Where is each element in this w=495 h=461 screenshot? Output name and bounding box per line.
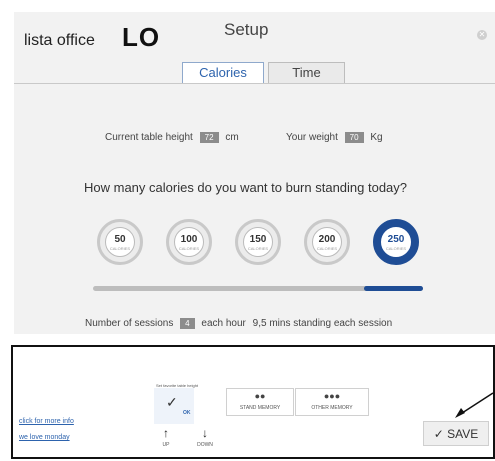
- ok-label: OK: [183, 410, 191, 416]
- stand-memory-dots: ●●: [254, 391, 266, 401]
- up-label: UP: [162, 442, 170, 448]
- save-label: SAVE: [447, 427, 479, 441]
- brand-name: lista office: [24, 32, 95, 49]
- calorie-option-250[interactable]: 250 CALORIES: [373, 219, 419, 265]
- other-memory-button[interactable]: ●●● OTHER MEMORY: [295, 388, 369, 416]
- weight-row: Your weight 70 Kg: [286, 132, 383, 143]
- arrow-down-icon: ↓: [202, 426, 208, 440]
- calorie-unit: CALORIES: [385, 246, 407, 251]
- table-height-value[interactable]: 72: [199, 132, 219, 143]
- check-icon: ✓: [166, 394, 178, 410]
- more-info-link[interactable]: click for more info: [19, 418, 74, 425]
- table-height-unit: cm: [225, 132, 239, 143]
- calorie-option-150[interactable]: 150 CALORIES: [235, 219, 281, 265]
- tab-time[interactable]: Time: [268, 62, 345, 83]
- table-height-row: Current table height 72 cm: [105, 132, 239, 143]
- stand-memory-label: STAND MEMORY: [239, 405, 281, 411]
- tab-bar: Calories Time: [182, 62, 345, 83]
- calorie-unit: CALORIES: [247, 246, 269, 251]
- stand-memory-button[interactable]: ●● STAND MEMORY: [226, 388, 294, 416]
- pointer-arrow-icon: [455, 392, 494, 418]
- window-title: Setup: [224, 20, 269, 39]
- tab-calories[interactable]: Calories: [182, 62, 264, 83]
- calorie-option-50[interactable]: 50 CALORIES: [97, 219, 143, 265]
- calorie-option-100[interactable]: 100 CALORIES: [166, 219, 212, 265]
- down-label: DOWN: [197, 442, 213, 448]
- sessions-per-hour: each hour: [201, 318, 246, 329]
- sessions-value[interactable]: 4: [180, 318, 195, 329]
- calorie-unit: CALORIES: [316, 246, 338, 251]
- brand-logo: LO: [122, 22, 161, 52]
- calorie-question: How many calories do you want to burn st…: [84, 180, 408, 195]
- weight-unit: Kg: [370, 132, 383, 143]
- title-bar: lista office LO Setup ✕: [14, 12, 495, 62]
- calorie-option-200[interactable]: 200 CALORIES: [304, 219, 350, 265]
- other-memory-dots: ●●●: [323, 391, 341, 401]
- love-monday-link[interactable]: we love monday: [19, 434, 70, 441]
- slider-fill: [363, 286, 423, 291]
- up-button[interactable]: ↑ UP: [151, 427, 181, 448]
- calorie-value: 200: [318, 234, 336, 245]
- sessions-standing: 9,5 mins standing each session: [252, 318, 393, 329]
- sessions-row: Number of sessions 4 each hour 9,5 mins …: [85, 318, 392, 329]
- save-button[interactable]: ✓ SAVE: [423, 421, 489, 446]
- calorie-value: 150: [249, 234, 267, 245]
- other-memory-label: OTHER MEMORY: [311, 405, 353, 411]
- sessions-label: Number of sessions: [85, 318, 174, 329]
- calorie-value: 50: [114, 234, 126, 245]
- tab-divider: [14, 83, 495, 84]
- calorie-unit: CALORIES: [109, 246, 131, 251]
- check-icon: ✓: [433, 427, 444, 441]
- weight-value[interactable]: 70: [344, 132, 364, 143]
- arrow-up-icon: ↑: [163, 426, 169, 440]
- calorie-value: 250: [387, 234, 405, 245]
- table-height-label: Current table height: [105, 132, 193, 143]
- close-icon[interactable]: ✕: [477, 30, 487, 40]
- calorie-value: 100: [180, 234, 198, 245]
- calorie-unit: CALORIES: [178, 246, 200, 251]
- weight-label: Your weight: [286, 132, 338, 143]
- calorie-slider[interactable]: [93, 286, 423, 291]
- down-button[interactable]: ↓ DOWN: [190, 427, 220, 448]
